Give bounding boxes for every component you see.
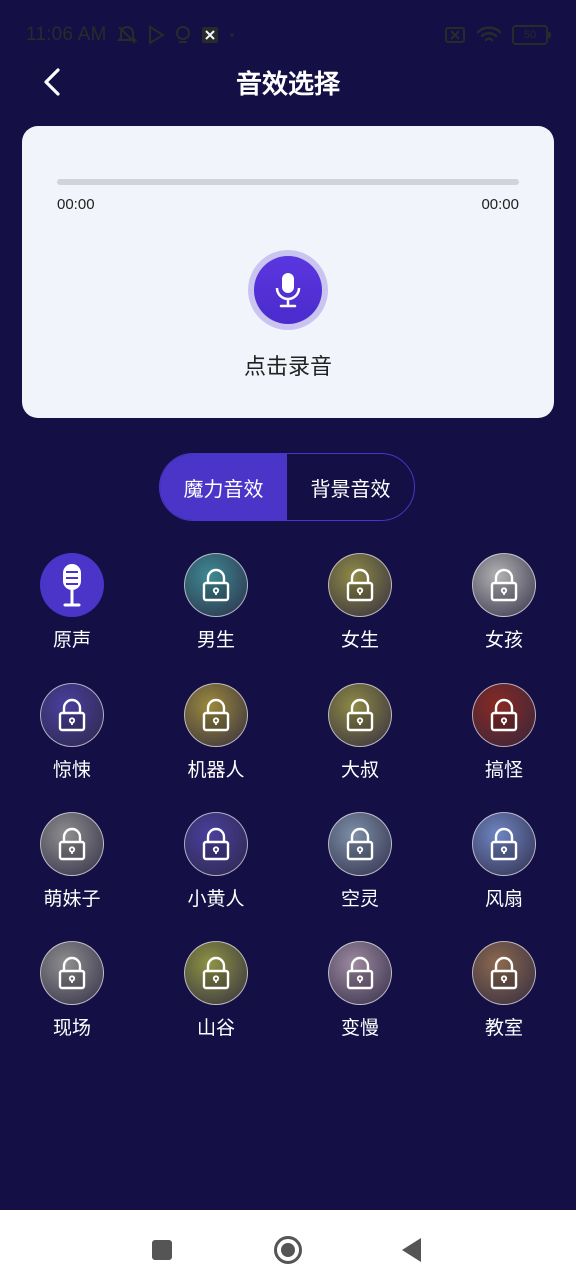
lock-icon [490, 956, 518, 990]
total-time: 00:00 [481, 196, 519, 213]
effect-thumbnail [184, 941, 248, 1005]
status-icons-right: 50 [444, 24, 551, 46]
lock-icon [202, 568, 230, 602]
effect-original-thumbnail [40, 553, 104, 617]
lock-icon [490, 827, 518, 861]
lock-icon [202, 827, 230, 861]
lock-icon [490, 568, 518, 602]
effect-thumbnail [472, 553, 536, 617]
effect-thumbnail [472, 941, 536, 1005]
effect-item[interactable]: 原声 [12, 553, 132, 652]
effect-label: 空灵 [340, 888, 379, 910]
effect-label: 现场 [52, 1017, 91, 1039]
lock-icon [346, 568, 374, 602]
effect-item[interactable]: 女生 [300, 553, 420, 652]
lock-icon [346, 698, 374, 732]
effect-label: 女生 [340, 629, 379, 651]
effect-thumbnail [184, 553, 248, 617]
location-icon [176, 26, 190, 43]
effect-thumbnail [328, 812, 392, 876]
effect-label: 男生 [196, 629, 235, 651]
wifi-icon [476, 26, 502, 42]
top-bar: 音效选择 [0, 56, 576, 108]
current-time: 00:00 [57, 196, 95, 213]
effect-thumbnail [40, 683, 104, 747]
effect-item[interactable]: 教室 [444, 941, 564, 1040]
effect-item[interactable]: 大叔 [300, 683, 420, 782]
mute-icon [116, 26, 138, 44]
effect-item[interactable]: 惊悚 [12, 683, 132, 782]
play-icon [149, 25, 165, 45]
effect-item[interactable]: 女孩 [444, 553, 564, 652]
effect-label: 原声 [52, 629, 91, 651]
page-title: 音效选择 [235, 70, 340, 100]
lock-icon [346, 956, 374, 990]
effect-thumbnail [40, 941, 104, 1005]
effect-label: 女孩 [484, 629, 523, 651]
effect-item[interactable]: 小黄人 [156, 812, 276, 911]
playback-progress-bar[interactable] [57, 179, 519, 185]
record-label: 点击录音 [243, 355, 332, 380]
effect-item[interactable]: 男生 [156, 553, 276, 652]
microphone-stand-icon [63, 564, 81, 607]
effect-thumbnail [472, 683, 536, 747]
effect-thumbnail [328, 553, 392, 617]
home-circle-icon [274, 1236, 302, 1264]
square-icon [152, 1240, 172, 1260]
microphone-icon [275, 273, 301, 308]
effect-label: 搞怪 [484, 759, 523, 781]
tab-magic-effects[interactable]: 魔力音效 [160, 454, 287, 520]
effect-thumbnail [40, 812, 104, 876]
effect-thumbnail [328, 683, 392, 747]
effect-item[interactable]: 山谷 [156, 941, 276, 1040]
effect-label: 机器人 [187, 759, 245, 781]
effect-item[interactable]: 萌妹子 [12, 812, 132, 911]
effect-thumbnail [184, 812, 248, 876]
effect-item[interactable]: 机器人 [156, 683, 276, 782]
effect-thumbnail [328, 941, 392, 1005]
effect-label: 惊悚 [52, 759, 91, 781]
app-icon [202, 27, 218, 43]
dot-icon [230, 33, 234, 37]
effect-item[interactable]: 变慢 [300, 941, 420, 1040]
effect-item[interactable]: 风扇 [444, 812, 564, 911]
lock-icon [58, 698, 86, 732]
battery-indicator: 50 [512, 25, 551, 45]
system-nav-bar [0, 1210, 576, 1280]
lock-icon [346, 827, 374, 861]
effect-label: 山谷 [196, 1017, 235, 1039]
effect-item[interactable]: 搞怪 [444, 683, 564, 782]
lock-icon [490, 698, 518, 732]
effect-thumbnail [472, 812, 536, 876]
status-icons-left [116, 24, 236, 46]
home-button[interactable] [268, 1230, 308, 1270]
triangle-back-icon [402, 1238, 421, 1262]
lock-icon [58, 827, 86, 861]
lock-icon [202, 698, 230, 732]
effect-thumbnail [184, 683, 248, 747]
back-nav-button[interactable] [392, 1230, 432, 1270]
record-button[interactable] [248, 250, 328, 330]
effect-label: 大叔 [340, 759, 379, 781]
effect-label: 变慢 [340, 1017, 379, 1039]
sim-off-icon [445, 27, 465, 43]
status-time: 11:06 AM [26, 24, 107, 45]
effect-label: 风扇 [484, 888, 523, 910]
lock-icon [202, 956, 230, 990]
effect-label: 萌妹子 [43, 888, 101, 910]
record-card: 00:00 00:00 点击录音 [22, 126, 554, 418]
recent-apps-button[interactable] [142, 1230, 182, 1270]
effect-tabs: 魔力音效 背景音效 [159, 453, 415, 521]
effect-item[interactable]: 现场 [12, 941, 132, 1040]
effect-label: 教室 [484, 1017, 523, 1039]
effect-item[interactable]: 空灵 [300, 812, 420, 911]
effect-label: 小黄人 [187, 888, 245, 910]
tab-background-effects[interactable]: 背景音效 [287, 454, 414, 520]
lock-icon [58, 956, 86, 990]
